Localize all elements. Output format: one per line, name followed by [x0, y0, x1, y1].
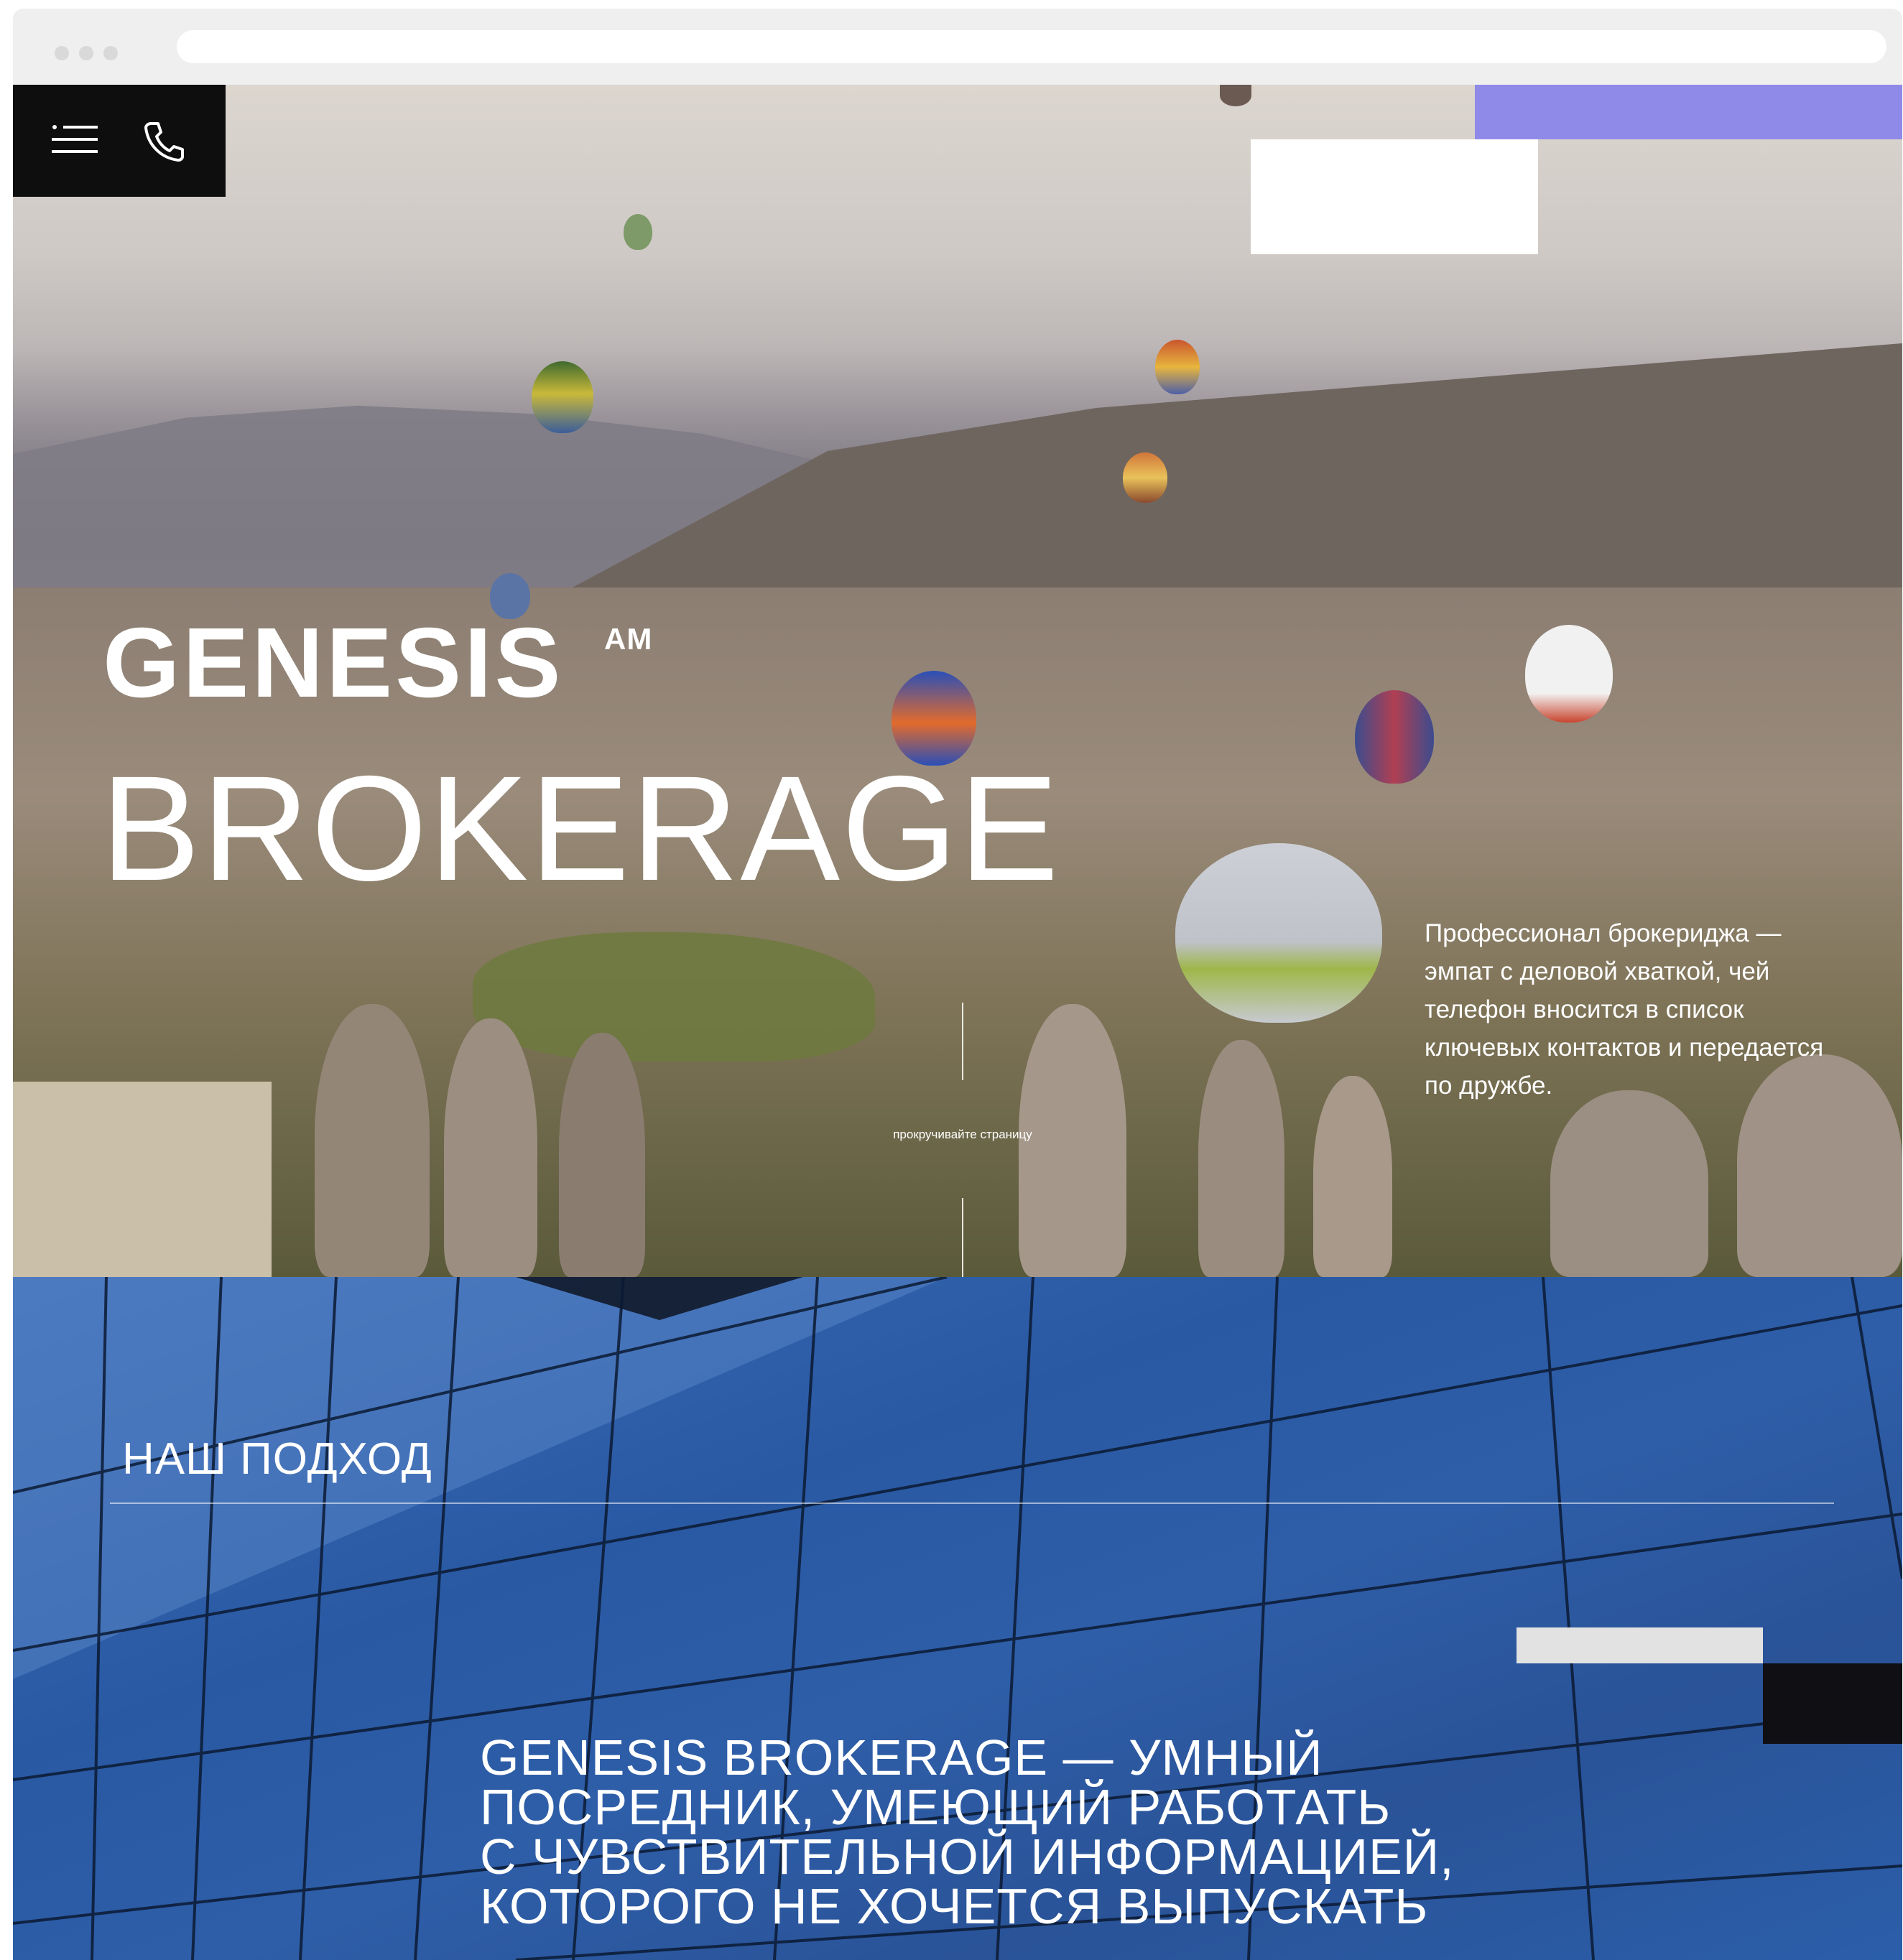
decorative-block: [1763, 1663, 1902, 1744]
statement-line: С ЧУВСТВИТЕЛЬНОЙ ИНФОРМАЦИЕЙ,: [480, 1829, 1455, 1885]
scroll-hint[interactable]: прокручивайте страницу: [855, 1128, 1070, 1142]
phone-icon[interactable]: [142, 119, 185, 162]
page: GENESIS AM BROKERAGE Профессионал брокер…: [13, 85, 1902, 1960]
balloon-graphic: [1355, 690, 1434, 784]
balloon-graphic: [1123, 452, 1167, 503]
balloon-graphic: [1220, 85, 1251, 106]
balloon-graphic: [1155, 340, 1200, 394]
decorative-block: [1517, 1627, 1763, 1663]
decorative-block: [13, 1082, 272, 1277]
logo-suffix: AM: [604, 622, 653, 656]
nav-box: [13, 85, 226, 197]
rock-formation: [315, 1004, 430, 1277]
window-dot[interactable]: [55, 46, 69, 60]
approach-statement: GENESIS BROKERAGE — УМНЫЙ ПОСРЕДНИК, УМЕ…: [480, 1729, 1557, 1934]
rock-formation: [1313, 1076, 1392, 1277]
statement-line: ПОСРЕДНИК, УМЕЮЩИЙ РАБОТАТЬ: [480, 1779, 1392, 1835]
balloon-graphic: [1525, 625, 1613, 723]
hero-section: GENESIS AM BROKERAGE Профессионал брокер…: [13, 85, 1902, 1277]
rock-formation: [444, 1018, 537, 1277]
balloon-graphic: [490, 573, 530, 619]
scroll-indicator-line: [962, 1198, 963, 1277]
section-title: НАШ ПОДХОД: [122, 1434, 432, 1484]
rock-formation: [1198, 1040, 1284, 1277]
accent-strip: [1475, 85, 1902, 139]
rock-formation: [559, 1033, 645, 1277]
logo-text: GENESIS: [103, 616, 564, 710]
statement-line: GENESIS BROKERAGE — УМНЫЙ: [480, 1729, 1323, 1785]
decorative-block: [1251, 139, 1538, 254]
section-divider: [110, 1502, 1834, 1504]
balloon-graphic: [1175, 843, 1382, 1023]
balloon-graphic: [624, 214, 652, 250]
browser-chrome: [13, 9, 1902, 85]
scroll-indicator-line: [962, 1003, 963, 1080]
brand-wordmark: BROKERAGE: [101, 746, 1060, 912]
window-controls: [55, 46, 118, 60]
rock-formation: [1550, 1090, 1708, 1277]
hero-background-field: [473, 932, 875, 1062]
hamburger-menu-icon[interactable]: [52, 124, 99, 155]
balloon-graphic: [532, 361, 593, 433]
window-dot[interactable]: [103, 46, 118, 60]
address-bar[interactable]: [177, 30, 1886, 63]
window-dot[interactable]: [79, 46, 93, 60]
hero-description: Профессионал брокериджа — эмпат с делово…: [1425, 919, 1824, 1100]
statement-line: КОТОРОГО НЕ ХОЧЕТСЯ ВЫПУСКАТЬ: [480, 1878, 1429, 1934]
genesis-logo: GENESIS: [103, 616, 564, 710]
